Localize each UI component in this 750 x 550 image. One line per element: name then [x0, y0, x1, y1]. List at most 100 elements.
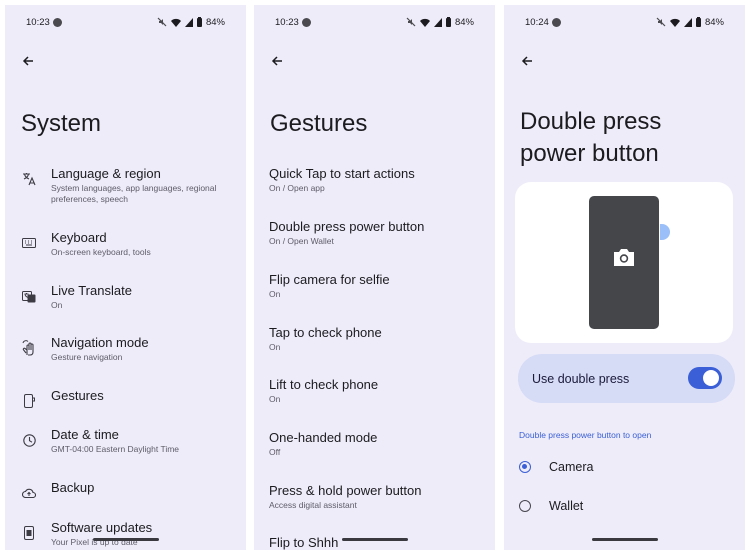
item-title: Quick Tap to start actions	[269, 166, 415, 181]
system-screen: 10:23 84% System Language & region Syste…	[5, 5, 246, 550]
page-title: Double press power button	[520, 108, 662, 167]
status-bar: 10:23 84%	[26, 15, 225, 29]
item-title: Flip camera for selfie	[269, 272, 390, 287]
settings-notification-icon	[301, 17, 311, 27]
item-subtitle: Gesture navigation	[51, 352, 123, 362]
item-title: Press & hold power button	[269, 483, 422, 498]
status-bar: 10:24 84%	[525, 15, 724, 29]
settings-item-language-region[interactable]: Language & region System languages, app …	[21, 165, 240, 205]
item-title: Lift to check phone	[269, 377, 379, 392]
wifi-icon	[669, 18, 680, 27]
battery-icon	[445, 17, 451, 27]
clock-icon	[21, 432, 37, 448]
gesture-item-flip-camera[interactable]: Flip camera for selfie On	[269, 271, 489, 300]
item-title: Software updates	[51, 520, 153, 535]
double-press-illustration	[515, 182, 733, 343]
translate-icon	[21, 171, 37, 187]
item-title: Language & region	[51, 166, 161, 181]
status-time: 10:24	[525, 16, 549, 28]
gesture-item-quick-tap[interactable]: Quick Tap to start actions On / Open app	[269, 165, 489, 194]
double-press-screen: 10:24 84% Double press power button Use …	[504, 5, 745, 550]
mute-icon	[406, 17, 416, 27]
back-button[interactable]	[17, 50, 39, 72]
settings-item-software-updates[interactable]: Software updates Your Pixel is up to dat…	[21, 519, 240, 548]
settings-notification-icon	[52, 17, 62, 27]
gesture-navigation-bar[interactable]	[92, 538, 159, 541]
item-subtitle: On	[269, 342, 281, 352]
settings-item-gestures[interactable]: Gestures	[21, 387, 240, 409]
item-subtitle: System languages, app languages, regiona…	[51, 183, 217, 204]
status-bar: 10:23 84%	[275, 15, 474, 29]
item-title: Backup	[51, 480, 95, 495]
gesture-item-double-press-power[interactable]: Double press power button On / Open Wall…	[269, 218, 489, 247]
signal-icon	[683, 17, 692, 27]
option-wallet[interactable]: Wallet	[519, 499, 735, 513]
gesture-item-lift-to-check[interactable]: Lift to check phone On	[269, 376, 489, 405]
item-subtitle: GMT-04:00 Eastern Daylight Time	[51, 444, 180, 454]
switch-knob	[703, 370, 719, 386]
use-double-press-toggle-row[interactable]: Use double press	[518, 354, 735, 403]
toggle-label: Use double press	[532, 371, 630, 386]
item-subtitle: Off	[269, 447, 281, 457]
gesture-item-press-hold-power[interactable]: Press & hold power button Access digital…	[269, 482, 489, 511]
item-subtitle: On	[269, 289, 281, 299]
page-title: Gestures	[270, 110, 368, 137]
radio-wallet[interactable]	[519, 500, 531, 512]
item-subtitle: On / Open Wallet	[269, 236, 334, 246]
system-update-icon	[21, 525, 37, 541]
signal-icon	[433, 17, 442, 27]
item-title: Date & time	[51, 427, 119, 442]
settings-item-backup[interactable]: Backup	[21, 479, 240, 501]
gesture-navigation-bar[interactable]	[341, 538, 408, 541]
battery-percent: 84%	[454, 16, 474, 28]
power-button-highlight	[660, 224, 670, 240]
item-subtitle: On-screen keyboard, tools	[51, 247, 151, 257]
back-arrow-icon	[521, 56, 532, 66]
back-button[interactable]	[516, 50, 538, 72]
item-title: Keyboard	[51, 230, 107, 245]
radio-camera[interactable]	[519, 461, 531, 473]
battery-icon	[695, 17, 701, 27]
item-title: Flip to Shhh	[269, 535, 339, 550]
gesture-item-flip-to-shhh[interactable]: Flip to Shhh	[269, 534, 489, 550]
settings-item-date-time[interactable]: Date & time GMT-04:00 Eastern Daylight T…	[21, 426, 240, 455]
item-title: Tap to check phone	[269, 325, 382, 340]
battery-icon	[196, 17, 202, 27]
back-button[interactable]	[266, 50, 288, 72]
item-subtitle: On	[269, 394, 281, 404]
item-title: Live Translate	[51, 283, 132, 298]
back-arrow-icon	[271, 56, 282, 66]
section-header: Double press power button to open	[519, 430, 652, 440]
page-title: System	[21, 110, 102, 137]
mute-icon	[656, 17, 666, 27]
wifi-icon	[419, 18, 430, 27]
item-title: One-handed mode	[269, 430, 378, 445]
item-title: Double press power button	[269, 219, 425, 234]
use-double-press-switch[interactable]	[688, 367, 722, 389]
cloud-upload-icon	[21, 485, 37, 501]
option-camera[interactable]: Camera	[519, 460, 735, 474]
signal-icon	[184, 17, 193, 27]
option-label: Camera	[549, 460, 594, 474]
settings-item-live-translate[interactable]: Live Translate On	[21, 282, 240, 311]
phone-gesture-icon	[21, 393, 37, 409]
item-subtitle: On / Open app	[269, 183, 325, 193]
camera-icon	[614, 249, 634, 266]
settings-item-keyboard[interactable]: Keyboard On-screen keyboard, tools	[21, 229, 240, 258]
settings-item-navigation-mode[interactable]: Navigation mode Gesture navigation	[21, 334, 240, 363]
gesture-item-one-handed[interactable]: One-handed mode Off	[269, 429, 489, 458]
settings-notification-icon	[551, 17, 561, 27]
item-subtitle: Access digital assistant	[269, 500, 357, 510]
item-title: Gestures	[51, 388, 104, 403]
keyboard-icon	[21, 235, 37, 251]
phone-illustration	[589, 196, 659, 329]
item-title: Navigation mode	[51, 335, 149, 350]
battery-percent: 84%	[704, 16, 724, 28]
battery-percent: 84%	[205, 16, 225, 28]
item-subtitle: On	[51, 300, 63, 310]
gesture-navigation-bar[interactable]	[591, 538, 658, 541]
back-arrow-icon	[22, 56, 33, 66]
mute-icon	[157, 17, 167, 27]
gesture-item-tap-to-check[interactable]: Tap to check phone On	[269, 324, 489, 353]
live-translate-icon	[21, 288, 37, 304]
